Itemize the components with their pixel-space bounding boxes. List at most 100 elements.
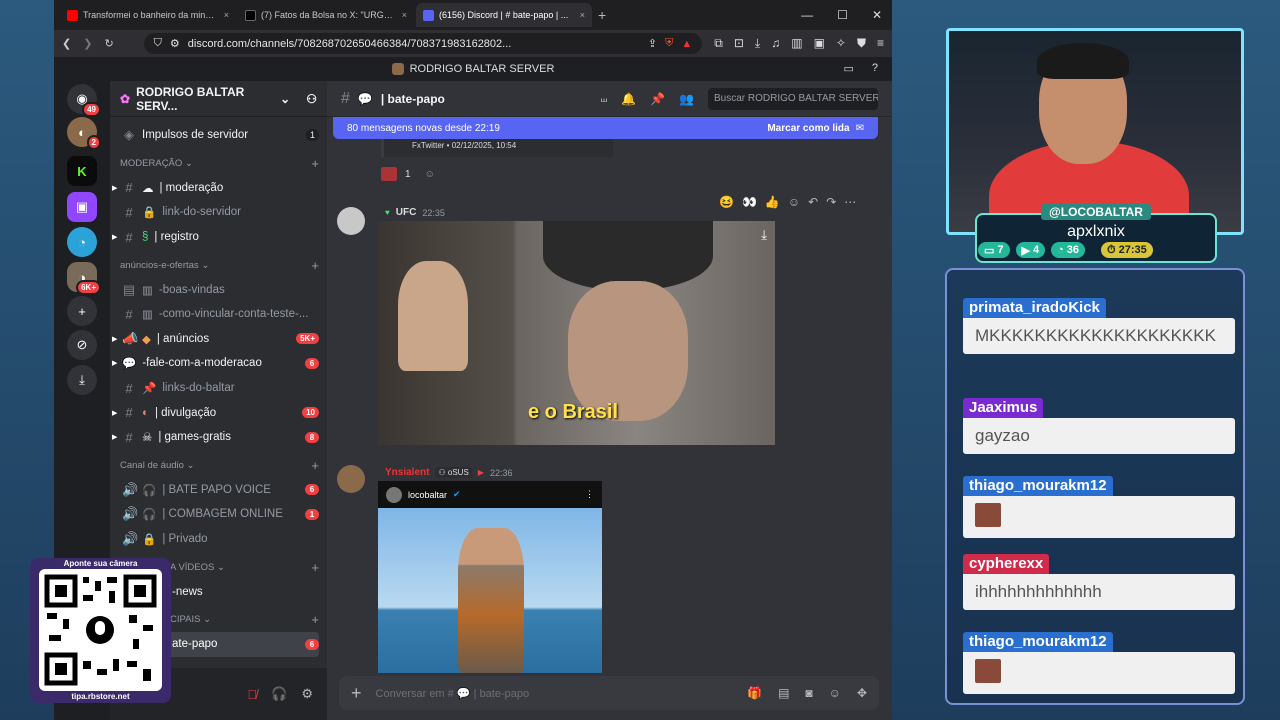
extension-icon[interactable]: ⧉ <box>714 36 723 51</box>
add-channel-icon[interactable]: + <box>311 458 319 473</box>
server-header[interactable]: ✿ RODRIGO BALTAR SERV... ⌄ ⚇ <box>110 81 327 117</box>
download-icon[interactable]: ⤓ <box>761 227 767 243</box>
emoji-icon[interactable]: ☺ <box>829 686 841 700</box>
add-channel-icon[interactable]: + <box>311 560 319 575</box>
boost-progress-item[interactable]: ◈ Impulsos de servidor 1 <box>118 123 319 148</box>
settings-gear-icon[interactable]: ⚙ <box>301 686 313 702</box>
back-icon[interactable]: ❮ <box>62 37 71 50</box>
eyes-emoji-icon[interactable]: 👀 <box>742 195 757 209</box>
server-icon[interactable]: ◐ 2 <box>67 117 101 150</box>
share-icon[interactable]: ⇪ <box>648 37 657 50</box>
rewards-icon[interactable]: ▲ <box>681 38 692 50</box>
download-apps-icon[interactable]: ⤓ <box>67 365 97 395</box>
close-tab-icon[interactable]: × <box>224 10 229 20</box>
menu-icon[interactable]: ≡ <box>877 36 884 51</box>
channel-anuncios[interactable]: ▶ 📣 ◆ | anúncios 5K+ <box>112 327 319 352</box>
wallet-icon[interactable]: ▣ <box>814 36 825 51</box>
mute-mic-icon[interactable]: 🎙̸ <box>247 687 257 702</box>
browser-tab-active[interactable]: (6156) Discord | # bate-papo | ... × <box>416 3 592 27</box>
close-tab-icon[interactable]: × <box>402 10 407 20</box>
ai-icon[interactable]: ✧ <box>836 36 846 51</box>
help-icon[interactable]: ? <box>872 62 878 75</box>
category-anuncios[interactable]: anúncios-e-ofertas ⌄ + <box>118 253 319 277</box>
forward-icon[interactable]: ↷ <box>826 195 836 209</box>
close-tab-icon[interactable]: × <box>580 10 585 20</box>
channel-boas-vindas[interactable]: ▤ ▥ -boas-vindas <box>118 277 319 302</box>
voice-combagem[interactable]: 🔊 🎧 | COMBAGEM ONLINE 1 <box>118 502 319 527</box>
site-info-icon[interactable]: ⚙ <box>170 37 180 50</box>
add-channel-icon[interactable]: + <box>311 156 319 171</box>
members-icon[interactable]: 👥 <box>679 92 694 106</box>
invite-icon[interactable]: ⚇ <box>306 92 317 106</box>
vpn-icon[interactable]: ⛊ <box>857 36 866 51</box>
channel-como-vincular[interactable]: # ▥ -como-vincular-conta-teste-... <box>118 302 319 327</box>
channel-games-gratis[interactable]: ▶ # ☠ | games-gratis 8 <box>112 425 319 450</box>
discord-home-icon[interactable]: ◉ 49 <box>67 84 101 117</box>
bookmark-icon[interactable]: ⛉ <box>154 37 162 50</box>
close-window-button[interactable]: ✕ <box>872 8 882 22</box>
embed-image[interactable] <box>378 508 602 673</box>
embed-card[interactable]: locobaltar ✔ ⋮ <box>378 481 602 673</box>
more-icon[interactable]: ⋮ <box>585 489 594 500</box>
url-text[interactable]: discord.com/channels/708268702650466384/… <box>188 38 640 50</box>
message-composer[interactable]: + Conversar em # 💬 | bate-papo 🎁 ▤ ◙ ☺ ✥ <box>339 676 879 710</box>
add-channel-icon[interactable]: + <box>311 612 319 627</box>
add-reaction-icon[interactable]: ☺ <box>425 169 435 180</box>
video-attachment[interactable]: ⤓ e o Brasil <box>378 221 775 445</box>
thumbs-up-icon[interactable]: 👍 <box>765 195 780 209</box>
avatar[interactable] <box>337 207 365 235</box>
add-channel-icon[interactable]: + <box>311 258 319 273</box>
screenshot-icon[interactable]: ⊡ <box>734 36 744 51</box>
discover-icon[interactable]: ⊘ <box>67 330 97 360</box>
browser-tab[interactable]: (7) Fatos da Bolsa no X: "URGENTE: Acabo… <box>238 3 414 27</box>
maximize-button[interactable]: ☐ <box>837 8 848 22</box>
inbox-icon[interactable]: ▭ <box>843 62 853 75</box>
sticker-icon[interactable]: ◙ <box>805 686 812 700</box>
new-tab-button[interactable]: + <box>598 7 606 23</box>
reload-icon[interactable]: ↻ <box>104 37 113 50</box>
channel-divulgacao[interactable]: ▶ # ◐ | divulgação 10 <box>112 400 319 425</box>
search-input[interactable]: Buscar RODRIGO BALTAR SERVER⌕ <box>708 87 878 110</box>
server-icon[interactable]: ◔ <box>67 227 97 257</box>
address-bar[interactable]: ⛉ ⚙ discord.com/channels/708268702650466… <box>143 33 703 54</box>
voice-privado[interactable]: 🔊 🔒 | Privado <box>118 527 319 552</box>
reaction[interactable]: 1 ☺ <box>381 167 435 181</box>
download-icon[interactable]: ⤓ <box>755 36 760 51</box>
channel-links-do-baltar[interactable]: # 📌 links-do-baltar <box>118 376 319 401</box>
voice-bate-papo[interactable]: 🔊 🎧 | BATE PAPO VOICE 6 <box>118 478 319 503</box>
sidebar-icon[interactable]: ▥ <box>791 36 802 51</box>
add-server-icon[interactable]: + <box>67 296 97 326</box>
baltar-server-icon[interactable]: ◑ 6K+ <box>67 262 101 295</box>
mark-as-read-button[interactable]: Marcar como lida <box>767 123 849 134</box>
headphones-icon[interactable]: 🎧 <box>271 686 287 702</box>
laugh-emoji-icon[interactable]: 😆 <box>719 195 734 209</box>
kick-server-icon[interactable]: K <box>67 156 97 186</box>
username[interactable]: UFC <box>396 207 417 218</box>
music-icon[interactable]: ♫ <box>771 36 780 51</box>
avatar[interactable] <box>337 465 365 493</box>
composer-input[interactable]: Conversar em # 💬 | bate-papo <box>376 687 530 700</box>
minimize-button[interactable]: — <box>801 8 813 22</box>
channel-link-do-servidor[interactable]: # 🔒 link-do-servidor <box>118 200 319 225</box>
gif-icon[interactable]: ▤ <box>778 686 789 700</box>
add-attachment-icon[interactable]: + <box>351 683 362 704</box>
browser-tab[interactable]: Transformei o banheiro da minha mãe e da… <box>60 3 236 27</box>
more-icon[interactable]: ⋯ <box>844 195 856 209</box>
bell-icon[interactable]: 🔔 <box>621 92 636 106</box>
channel-fale-com-a-moderacao[interactable]: ▶ 💬 -fale-com-a-moderacao 6 <box>112 351 319 376</box>
shield-icon[interactable]: ⛨ <box>665 37 673 50</box>
category-audio[interactable]: Canal de áudio ⌄ + <box>118 454 319 478</box>
pin-icon[interactable]: 📌 <box>650 92 665 106</box>
add-reaction-icon[interactable]: ☺ <box>788 195 800 209</box>
apps-icon[interactable]: ✥ <box>857 686 867 700</box>
twitch-server-icon[interactable]: ▣ <box>67 192 97 222</box>
channel-registro[interactable]: ▶ # § | registro <box>112 225 319 250</box>
category-moderacao[interactable]: MODERAÇÃO ⌄ + <box>118 152 319 176</box>
username[interactable]: Ynsialent <box>385 467 429 478</box>
forward-icon[interactable]: ❯ <box>83 37 92 50</box>
new-messages-bar[interactable]: 80 mensagens novas desde 22:19 Marcar co… <box>333 117 878 139</box>
gift-icon[interactable]: 🎁 <box>747 686 762 700</box>
threads-icon[interactable]: ⧢ <box>601 91 607 106</box>
reply-icon[interactable]: ↶ <box>808 195 818 209</box>
channel-moderacao[interactable]: ▶ # ☁ | moderação <box>112 176 319 201</box>
